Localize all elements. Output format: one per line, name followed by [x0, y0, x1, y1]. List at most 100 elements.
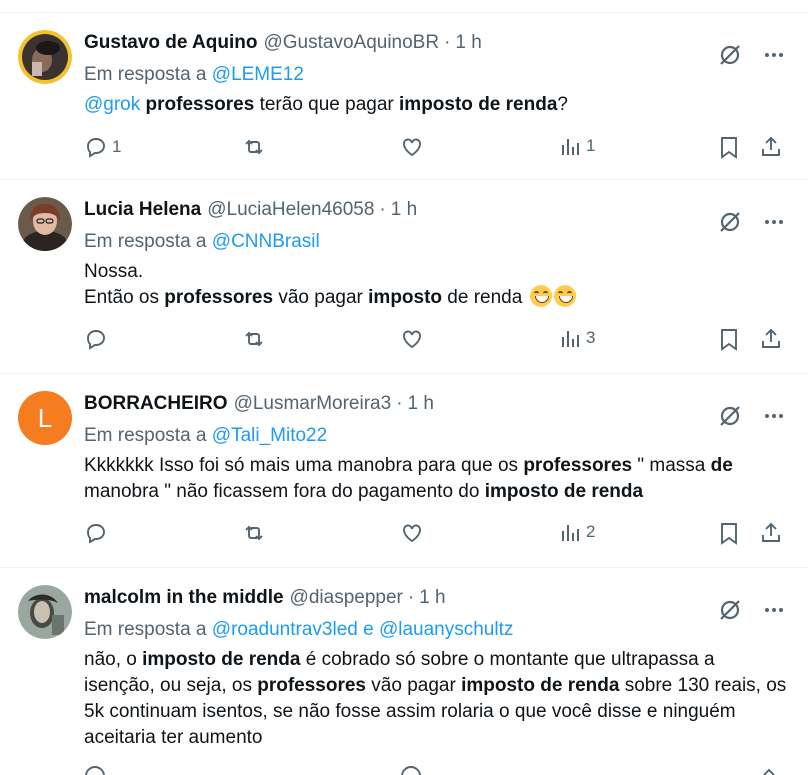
reply-button[interactable]: 1 — [84, 135, 121, 159]
text-span: manobra " não ficassem fora do pagamento… — [84, 481, 485, 502]
mention-link[interactable]: @grok — [84, 94, 140, 115]
author-handle[interactable]: @LusmarMoreira3 — [234, 393, 392, 415]
author-handle[interactable]: @GustavoAquinoBR — [263, 32, 439, 54]
retweet-icon — [245, 525, 263, 541]
timestamp[interactable]: 1 h — [408, 393, 434, 415]
avatar[interactable] — [18, 585, 72, 639]
retweet-button[interactable] — [242, 327, 266, 351]
share-button[interactable] — [759, 521, 783, 545]
separator-dot: · — [444, 32, 451, 53]
reply-prefix: Em resposta a — [84, 619, 207, 640]
keyword: imposto de renda — [142, 649, 301, 670]
like-button[interactable] — [400, 521, 424, 545]
keyword: imposto — [368, 287, 443, 308]
grinning-emoji — [553, 285, 576, 307]
reply-feed: Gustavo de Aquino @GustavoAquinoBR · 1 h… — [0, 0, 808, 775]
views-button[interactable]: 2 — [560, 521, 595, 543]
reply-mention[interactable]: @roaduntrav3led — [212, 619, 358, 640]
separator-dot: · — [396, 393, 403, 414]
more-icon[interactable] — [764, 45, 784, 65]
share-icon — [762, 522, 780, 542]
keyword: imposto de renda — [461, 675, 620, 696]
feed-top-divider — [0, 0, 808, 13]
tweet-text: @grok professores terão que pagar impost… — [84, 92, 788, 118]
reply-count: 1 — [112, 137, 122, 156]
reply-button[interactable] — [84, 521, 108, 545]
reply-prefix: Em resposta a — [84, 425, 207, 446]
keyword: professores — [145, 94, 255, 115]
share-button[interactable] — [759, 327, 783, 351]
tweet-text: Kkkkkkk Isso foi só mais uma manobra par… — [84, 453, 788, 505]
share-button[interactable] — [759, 135, 783, 159]
grok-icon[interactable] — [718, 404, 742, 428]
bookmark-icon — [721, 137, 737, 159]
reply-context: Em resposta a @roaduntrav3led e @lauanys… — [84, 617, 788, 643]
grok-icon[interactable] — [718, 210, 742, 234]
text-span: Kkkkkkk Isso foi só mais uma manobra par… — [84, 455, 524, 476]
author-handle[interactable]: @LuciaHelen46058 — [207, 199, 374, 221]
author-handle[interactable]: @diaspepper — [290, 587, 403, 609]
reply-context: Em resposta a @Tali_Mito22 — [84, 423, 788, 449]
reply-mention[interactable]: @Tali_Mito22 — [212, 425, 327, 446]
keyword: professores — [257, 675, 366, 696]
like-icon — [403, 524, 421, 543]
text-span: vão pagar — [273, 287, 369, 308]
avatar[interactable] — [18, 30, 72, 84]
reply-icon — [87, 138, 105, 158]
share-icon — [762, 328, 780, 348]
views-button[interactable]: 1 — [560, 135, 595, 157]
avatar[interactable] — [18, 197, 72, 251]
views-icon — [562, 331, 579, 347]
text-line: Então os professores vão pagar imposto d… — [84, 285, 788, 311]
reply-button[interactable] — [84, 327, 108, 351]
reply-mention[interactable]: @CNNBrasil — [212, 231, 320, 252]
keyword: imposto de renda — [484, 481, 644, 502]
keyword: de — [710, 455, 733, 476]
retweet-button[interactable] — [242, 521, 266, 545]
author-name[interactable]: BORRACHEIRO — [84, 393, 228, 415]
timestamp[interactable]: 1 h — [391, 199, 417, 221]
text-span: não, o — [84, 649, 143, 670]
retweet-button[interactable] — [242, 135, 266, 159]
tweet[interactable]: Gustavo de Aquino @GustavoAquinoBR · 1 h… — [0, 13, 808, 180]
bookmark-button[interactable] — [718, 327, 740, 351]
text-span: Então os — [84, 287, 165, 308]
reply-prefix: Em resposta a — [84, 231, 207, 252]
like-button[interactable] — [400, 135, 424, 159]
next-tweet-actions-peek — [0, 762, 808, 775]
reply-context: Em resposta a @LEME12 — [84, 62, 788, 88]
tweet[interactable]: Lucia Helena @LuciaHelen46058 · 1 h Em r… — [0, 180, 808, 374]
reply-icon — [87, 330, 105, 350]
reply-mention[interactable]: @LEME12 — [212, 64, 304, 85]
bookmark-button[interactable] — [718, 521, 740, 545]
author-name[interactable]: malcolm in the middle — [84, 587, 284, 609]
text-span: vão pagar — [366, 675, 462, 696]
timestamp[interactable]: 1 h — [419, 587, 445, 609]
like-button[interactable] — [400, 327, 424, 351]
timestamp[interactable]: 1 h — [455, 32, 481, 54]
avatar[interactable]: L — [18, 391, 72, 445]
views-count: 1 — [586, 136, 596, 155]
keyword: professores — [164, 287, 274, 308]
views-button[interactable]: 3 — [560, 327, 595, 349]
separator-dot: · — [379, 199, 386, 220]
more-icon[interactable] — [764, 406, 784, 426]
author-name[interactable]: Gustavo de Aquino — [84, 32, 257, 54]
retweet-icon — [245, 139, 263, 155]
retweet-icon — [245, 331, 263, 347]
text-span: de renda — [442, 287, 528, 308]
more-icon[interactable] — [764, 600, 784, 620]
keyword: professores — [523, 455, 633, 476]
grinning-emoji — [529, 285, 552, 307]
tweet[interactable]: L BORRACHEIRO @LusmarMoreira3 · 1 h Em r… — [0, 374, 808, 568]
reply-mention[interactable]: @lauanyschultz — [379, 619, 513, 640]
author-name[interactable]: Lucia Helena — [84, 199, 201, 221]
tweet[interactable]: malcolm in the middle @diaspepper · 1 h … — [0, 568, 808, 775]
views-icon — [562, 525, 579, 541]
grok-icon[interactable] — [718, 43, 742, 67]
tweet-text: não, o imposto de renda é cobrado só sob… — [84, 647, 788, 751]
more-icon[interactable] — [764, 212, 784, 232]
grok-icon[interactable] — [718, 598, 742, 622]
bookmark-button[interactable] — [718, 135, 740, 159]
reply-prefix: Em resposta a — [84, 64, 207, 85]
